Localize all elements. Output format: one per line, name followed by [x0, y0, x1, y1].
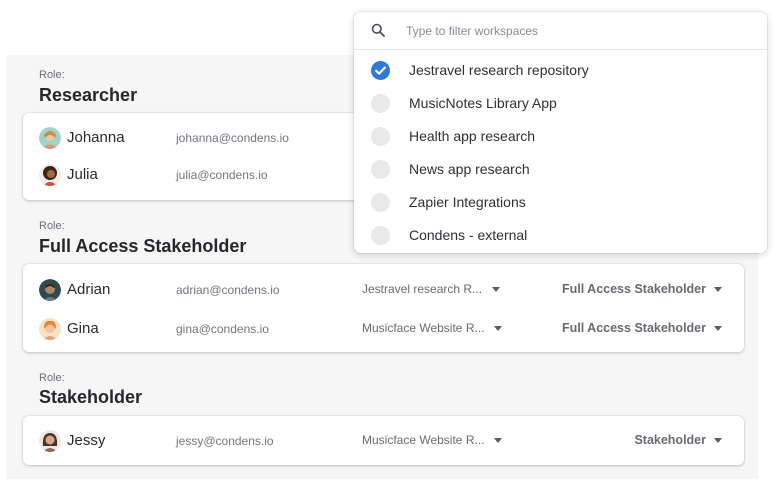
workspace-filter[interactable]: Type to filter workspaces: [354, 12, 767, 50]
user-email: johanna@condens.io: [176, 131, 289, 145]
avatar: [39, 164, 61, 186]
role-label: Role:: [39, 372, 65, 384]
workspace-option-label: Health app research: [409, 128, 536, 144]
workspace-option[interactable]: Health app research: [354, 120, 767, 153]
workspace-dropdown: Type to filter workspaces Jestravel rese…: [354, 12, 767, 253]
user-name: Adrian: [67, 281, 111, 298]
user-row-adrian[interactable]: Adrian adrian@condens.io Jestravel resea…: [23, 273, 744, 307]
role-name-full-access-stakeholder: Full Access Stakeholder: [39, 236, 247, 256]
workspace-value: Jestravel research R...: [362, 282, 483, 296]
avatar: [39, 318, 61, 340]
role-select[interactable]: Stakeholder: [634, 433, 722, 447]
workspace-value: Musicface Website R...: [362, 321, 485, 335]
user-email: jessy@condens.io: [176, 434, 274, 448]
user-name: Gina: [67, 320, 99, 337]
workspace-select[interactable]: Jestravel research R...: [362, 282, 501, 296]
workspace-select[interactable]: Musicface Website R...: [362, 321, 503, 335]
role-value: Full Access Stakeholder: [561, 321, 706, 335]
user-row-gina[interactable]: Gina gina@condens.io Musicface Website R…: [23, 312, 744, 346]
workspace-option[interactable]: News app research: [354, 153, 767, 186]
checkbox-unchecked[interactable]: [371, 94, 390, 113]
checkbox-unchecked[interactable]: [371, 160, 390, 179]
role-label: Role:: [39, 69, 65, 81]
role-value: Full Access Stakeholder: [561, 282, 706, 296]
search-placeholder: Type to filter workspaces: [406, 24, 539, 38]
checkbox-unchecked[interactable]: [371, 127, 390, 146]
role-select[interactable]: Full Access Stakeholder: [562, 282, 722, 296]
workspace-option-label: News app research: [409, 161, 530, 177]
user-name: Jessy: [67, 432, 106, 449]
chevron-down-icon: [492, 286, 501, 292]
user-email: julia@condens.io: [176, 168, 268, 182]
chevron-down-icon: [714, 325, 722, 331]
avatar: [39, 430, 61, 452]
checkbox-checked[interactable]: [371, 61, 390, 80]
user-email: adrian@condens.io: [176, 283, 280, 297]
user-email: gina@condens.io: [176, 322, 269, 336]
role-select[interactable]: Full Access Stakeholder: [562, 321, 722, 335]
chevron-down-icon: [714, 437, 722, 443]
full-access-stakeholder-card: Adrian adrian@condens.io Jestravel resea…: [23, 264, 744, 352]
role-label: Role:: [39, 220, 65, 232]
checkmark-icon: [375, 66, 386, 75]
chevron-down-icon: [494, 325, 503, 331]
role-value: Stakeholder: [634, 433, 706, 447]
workspace-option[interactable]: Jestravel research repository: [354, 54, 767, 87]
role-name-researcher: Researcher: [39, 85, 138, 105]
workspace-option-label: Jestravel research repository: [409, 62, 589, 78]
workspace-select[interactable]: Musicface Website R...: [362, 433, 503, 447]
chevron-down-icon: [714, 286, 722, 292]
avatar: [39, 127, 61, 149]
checkbox-unchecked[interactable]: [371, 226, 390, 245]
checkbox-unchecked[interactable]: [371, 193, 390, 212]
workspace-option-label: Condens - external: [409, 227, 528, 243]
workspace-option[interactable]: MusicNotes Library App: [354, 87, 767, 120]
chevron-down-icon: [494, 437, 503, 443]
workspace-value: Musicface Website R...: [362, 433, 485, 447]
workspace-option-label: Zapier Integrations: [409, 194, 526, 210]
avatar: [39, 279, 61, 301]
role-name-stakeholder: Stakeholder: [39, 387, 143, 407]
workspace-option[interactable]: Condens - external: [354, 219, 767, 252]
search-icon: [371, 23, 385, 42]
user-row-jessy[interactable]: Jessy jessy@condens.io Musicface Website…: [23, 424, 744, 458]
user-name: Johanna: [67, 129, 125, 146]
stakeholder-card: Jessy jessy@condens.io Musicface Website…: [23, 416, 744, 465]
workspace-option[interactable]: Zapier Integrations: [354, 186, 767, 219]
workspace-option-label: MusicNotes Library App: [409, 95, 557, 111]
user-name: Julia: [67, 166, 98, 183]
